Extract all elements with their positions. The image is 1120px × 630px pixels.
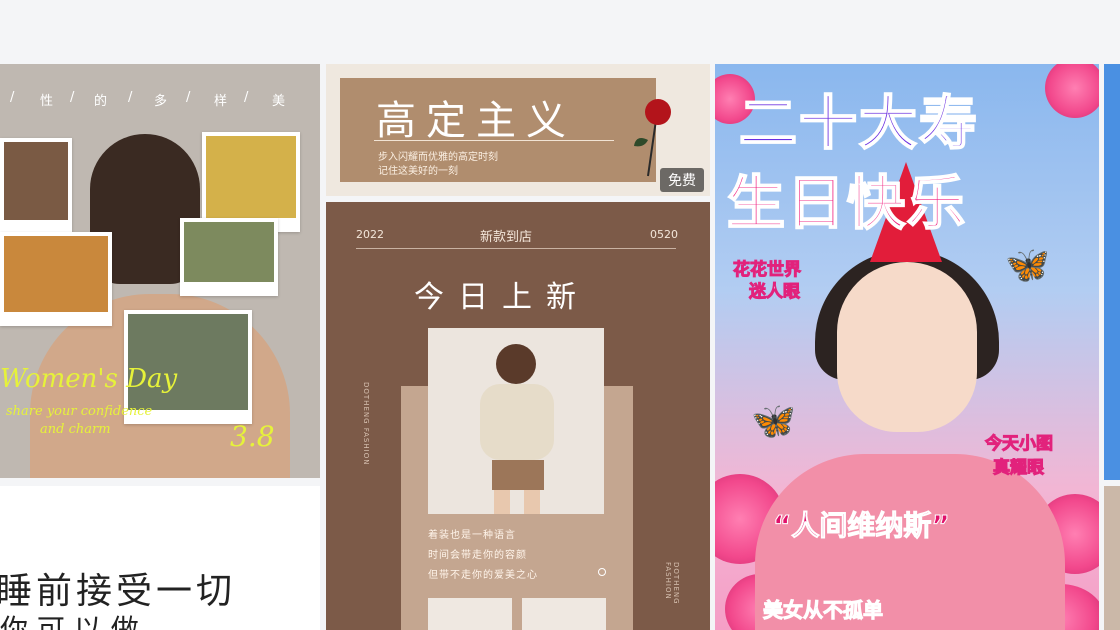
template-card-womens-day[interactable]: / 性 / 的 / 多 / 样 / 美 Women's Day share yo… (0, 64, 320, 478)
left-tag-1: 花花世界 (733, 260, 802, 281)
left-tag-2: 迷人眼 (749, 282, 801, 303)
template-card-sleep-text[interactable]: 睡前接受一切 你 可 以 做 (0, 486, 320, 630)
butterfly-icon: 🦋 (1005, 245, 1050, 286)
photo-polaroid (0, 138, 72, 234)
script-subtitle: share your confidence (6, 404, 153, 419)
handwritten-line-2: 你 可 以 做 (0, 613, 139, 630)
photo-polaroid (180, 218, 278, 296)
photo-polaroid (202, 132, 300, 232)
top-char: / (244, 90, 249, 105)
template-card-birthday[interactable]: 二十大寿 生日快乐 花花世界 迷人眼 今天小图 真耀眼 🦋 🦋 “人间维纳斯” … (715, 64, 1099, 630)
script-subtitle-2: and charm (40, 422, 111, 437)
top-char: / (70, 90, 75, 105)
template-card-haute-couture[interactable]: 高定主义 步入闪耀而优雅的高定时刻 记住这美好的一刻 免费 (326, 64, 710, 196)
rose-decoration (1045, 64, 1099, 118)
quote-text: “人间维纳斯” (773, 509, 951, 543)
bottom-text: 美女从不孤单 (763, 598, 884, 623)
top-char: 样 (214, 94, 228, 109)
template-card-partial[interactable] (1104, 64, 1120, 480)
thumbnail-photo (522, 598, 606, 630)
copy-line-3: 但带不走你的爱美之心 (428, 570, 538, 581)
rose-icon (634, 99, 671, 177)
person-face (837, 262, 977, 432)
circle-dot-icon (598, 568, 606, 576)
card-subtitle: 步入闪耀而优雅的高定时刻 (378, 152, 498, 163)
card-title: 高定主义 (376, 98, 576, 144)
template-grid: / 性 / 的 / 多 / 样 / 美 Women's Day share yo… (0, 0, 1120, 630)
model-figure (480, 344, 554, 514)
year-label: 2022 (356, 228, 384, 241)
date-label: 0520 (650, 228, 678, 241)
vertical-text-right: DOTHENG FASHION (664, 562, 680, 605)
template-card-new-arrival[interactable]: 2022 新款到店 0520 今日上新 着装也是一种语言 时间会带走你的容颜 但… (326, 202, 710, 630)
date-label: 3.8 (230, 420, 275, 453)
card-subtitle-2: 记住这美好的一刻 (378, 166, 458, 177)
divider (356, 248, 676, 249)
script-title: Women's Day (0, 364, 178, 394)
top-character-row: / 性 / 的 / 多 / 样 / 美 (0, 90, 320, 110)
copy-line-2: 时间会带走你的容颜 (428, 550, 527, 561)
top-char: 美 (272, 94, 286, 109)
copy-line-1: 着装也是一种语言 (428, 530, 516, 541)
thumbnail-photo (428, 598, 512, 630)
title-line-2: 生日快乐 (726, 168, 968, 238)
top-char: 多 (154, 94, 168, 109)
handwritten-line-1: 睡前接受一切 (0, 571, 237, 612)
top-char: 性 (40, 94, 54, 109)
template-card-partial[interactable] (1104, 486, 1120, 630)
model-photo (428, 328, 604, 514)
right-tag-1: 今天小图 (985, 434, 1054, 455)
free-badge: 免费 (660, 168, 704, 192)
right-tag-2: 真耀眼 (993, 458, 1045, 479)
butterfly-icon: 🦋 (751, 401, 796, 442)
divider (374, 140, 614, 141)
top-char: 的 (94, 94, 108, 109)
photo-polaroid (0, 232, 112, 326)
vertical-text-left: DOTHENG FASHION (362, 382, 370, 466)
top-char: / (186, 90, 191, 105)
header-label: 新款到店 (480, 230, 533, 245)
top-char: / (128, 90, 133, 105)
title-line-1: 二十大寿 (738, 88, 980, 158)
top-char: / (10, 90, 15, 105)
card-title: 今日上新 (414, 280, 590, 315)
